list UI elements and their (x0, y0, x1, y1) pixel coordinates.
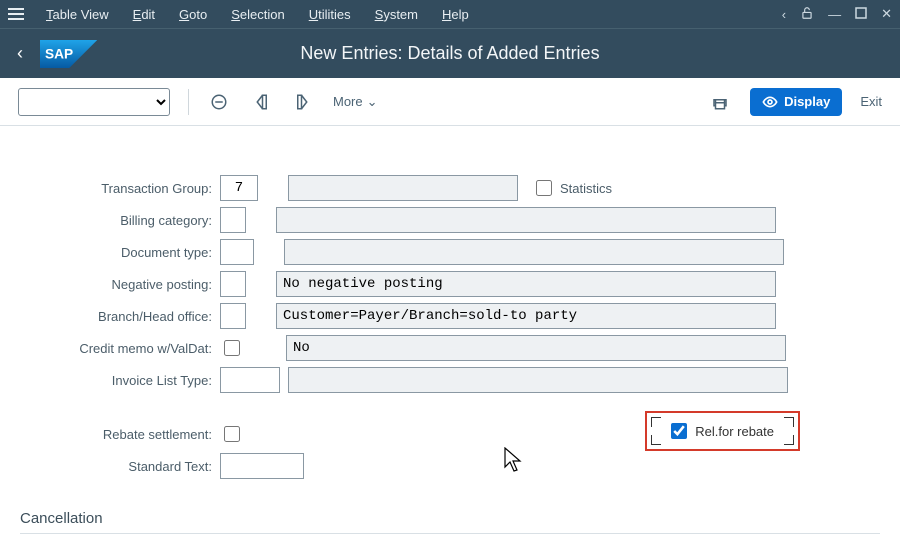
back-button[interactable]: ‹ (0, 43, 40, 64)
page-prev-icon[interactable] (249, 90, 273, 114)
cancel-icon[interactable] (207, 90, 231, 114)
display-button[interactable]: Display (750, 88, 842, 116)
standard-text-label: Standard Text: (20, 459, 220, 474)
branch-head-desc[interactable] (276, 303, 776, 329)
display-label: Display (784, 94, 830, 109)
billing-category-desc[interactable] (276, 207, 776, 233)
negative-posting-desc[interactable] (276, 271, 776, 297)
print-icon[interactable] (708, 90, 732, 114)
document-type-label: Document type: (20, 245, 220, 260)
menu-help[interactable]: Help (430, 7, 481, 22)
document-type-input[interactable] (220, 239, 254, 265)
cancellation-section-title: Cancellation (20, 510, 880, 534)
credit-memo-desc[interactable] (286, 335, 786, 361)
statistics-checkbox[interactable] (536, 180, 552, 196)
menu-goto[interactable]: Goto (167, 7, 219, 22)
invoice-list-type-label: Invoice List Type: (20, 373, 220, 388)
close-icon[interactable]: ✕ (881, 6, 892, 22)
rebate-settlement-checkbox[interactable] (224, 426, 240, 442)
menu-table-view[interactable]: Table View (34, 7, 121, 22)
header-bar: ‹ SAP New Entries: Details of Added Entr… (0, 28, 900, 78)
menu-edit[interactable]: Edit (121, 7, 167, 22)
transaction-group-label: Transaction Group: (20, 181, 220, 196)
menu-bar: Table View Edit Goto Selection Utilities… (0, 0, 900, 28)
exit-link[interactable]: Exit (860, 94, 882, 109)
command-combo[interactable] (18, 88, 170, 116)
maximize-icon[interactable] (855, 7, 867, 22)
hamburger-icon[interactable] (8, 8, 24, 20)
svg-text:SAP: SAP (45, 46, 73, 61)
lock-open-icon[interactable] (800, 6, 814, 23)
invoice-list-type-desc[interactable] (288, 367, 788, 393)
branch-head-label: Branch/Head office: (20, 309, 220, 324)
negative-posting-label: Negative posting: (20, 277, 220, 292)
rel-for-rebate-highlight: Rel.for rebate (645, 411, 800, 451)
invoice-list-type-input[interactable] (220, 367, 280, 393)
menu-selection[interactable]: Selection (219, 7, 296, 22)
credit-memo-label: Credit memo w/ValDat: (20, 341, 220, 356)
billing-category-label: Billing category: (20, 213, 220, 228)
minimize-icon[interactable]: — (828, 7, 841, 22)
negative-posting-input[interactable] (220, 271, 246, 297)
credit-memo-checkbox[interactable] (224, 340, 240, 356)
chevron-down-icon: ⌄ (367, 94, 378, 110)
document-type-desc[interactable] (284, 239, 784, 265)
rel-for-rebate-checkbox[interactable] (671, 423, 687, 439)
rel-for-rebate-label: Rel.for rebate (695, 424, 774, 439)
form: Transaction Group: Statistics Billing ca… (20, 172, 880, 482)
standard-text-input[interactable] (220, 453, 304, 479)
more-menu[interactable]: More ⌄ (333, 94, 378, 110)
branch-head-input[interactable] (220, 303, 246, 329)
billing-category-input[interactable] (220, 207, 246, 233)
transaction-group-desc[interactable] (288, 175, 518, 201)
page-title: New Entries: Details of Added Entries (120, 43, 900, 64)
chevron-left-icon[interactable]: ‹ (782, 7, 786, 22)
page-next-icon[interactable] (291, 90, 315, 114)
toolbar: More ⌄ Display Exit (0, 78, 900, 126)
window-controls: ‹ — ✕ (782, 6, 892, 23)
more-label: More (333, 94, 363, 109)
statistics-label: Statistics (560, 181, 612, 196)
menu-system[interactable]: System (363, 7, 430, 22)
rebate-settlement-label: Rebate settlement: (20, 427, 220, 442)
content-area: Transaction Group: Statistics Billing ca… (0, 126, 900, 544)
transaction-group-input[interactable] (220, 175, 258, 201)
sap-logo: SAP (40, 40, 120, 68)
menu-utilities[interactable]: Utilities (297, 7, 363, 22)
